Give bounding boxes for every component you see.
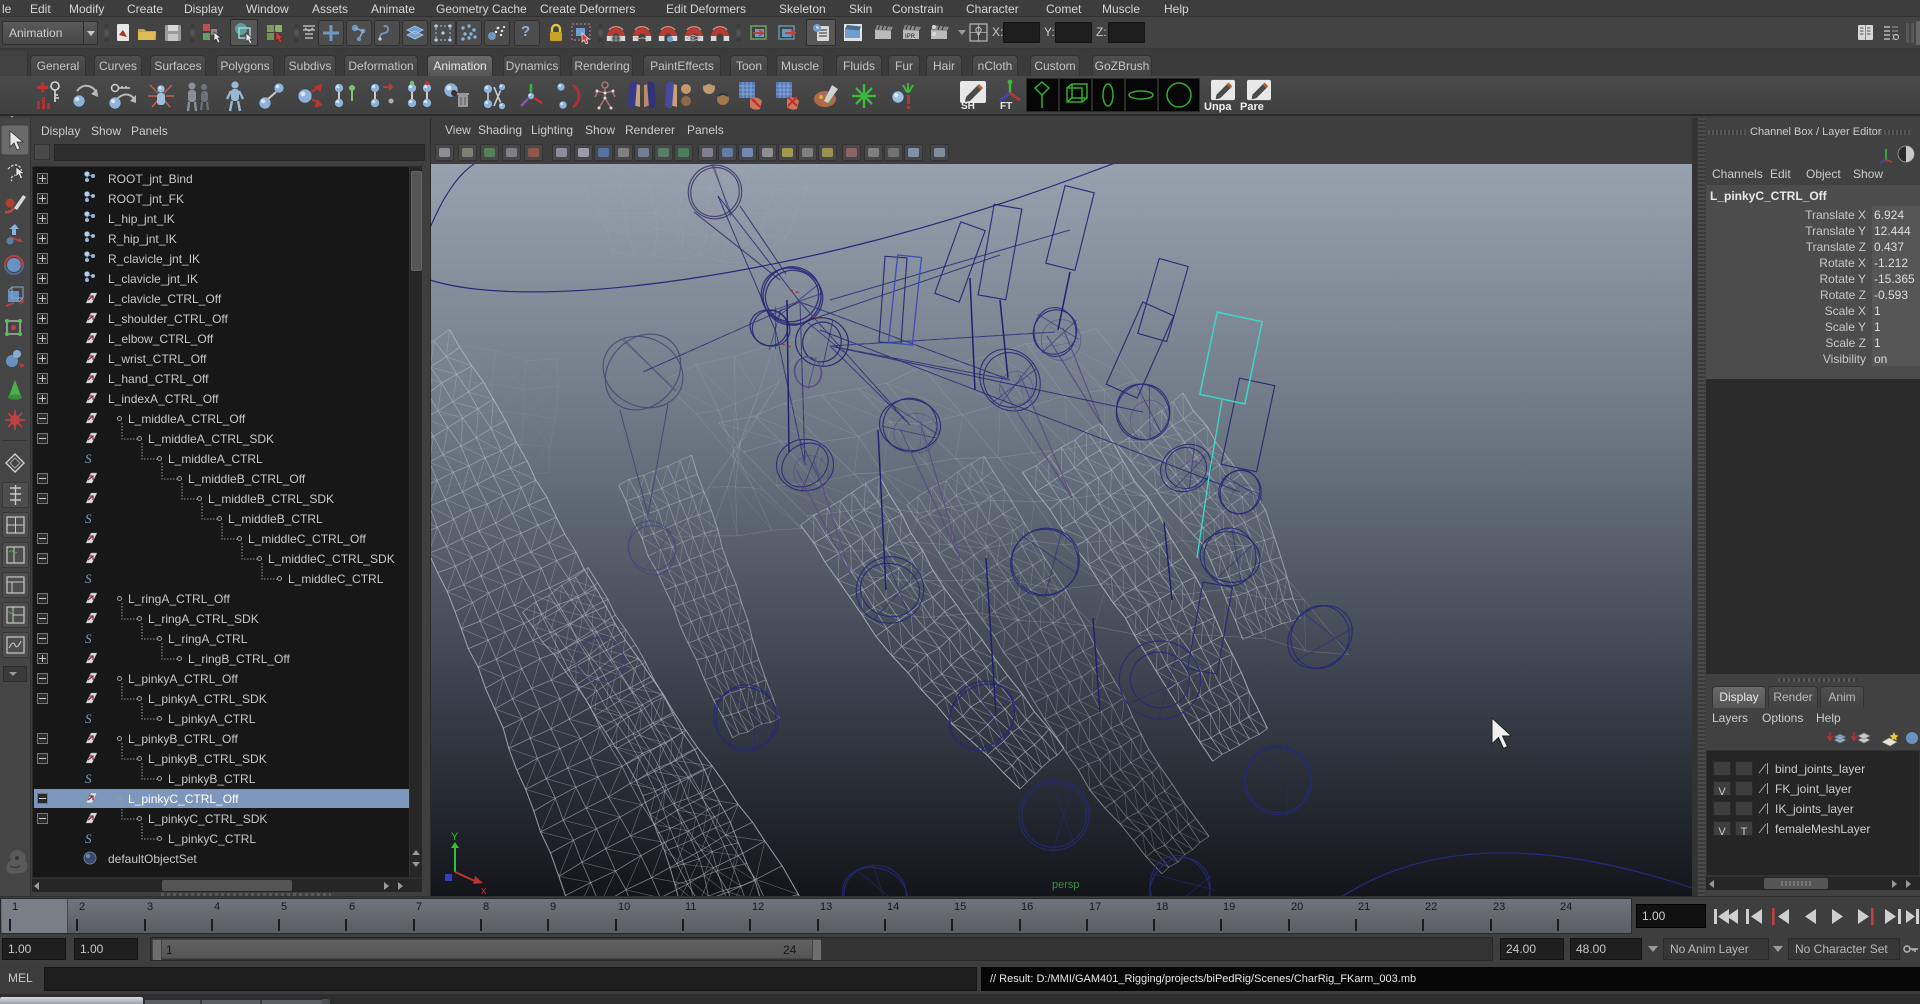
svg-text:Y: Y xyxy=(451,831,459,843)
svg-text:IPR: IPR xyxy=(905,34,916,40)
svg-text:x: x xyxy=(481,885,487,896)
svg-text:persp: persp xyxy=(1052,879,1080,891)
